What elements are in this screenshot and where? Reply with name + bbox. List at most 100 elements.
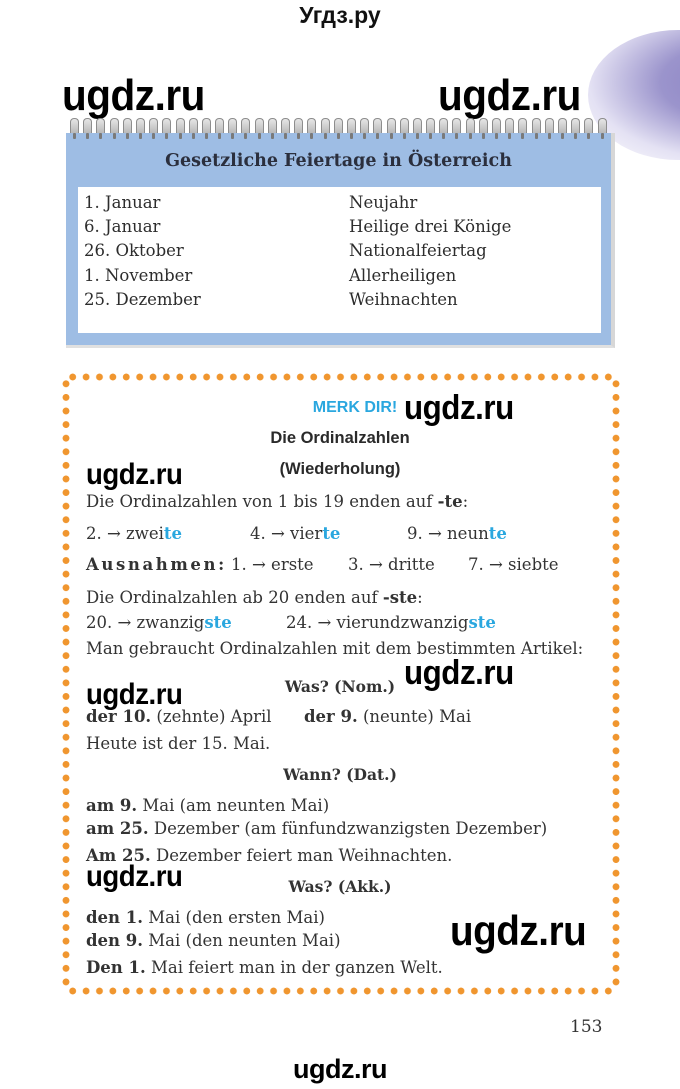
spiral-coil-icon xyxy=(399,118,409,140)
nom-sentence: Heute ist der 15. Mai. xyxy=(86,734,271,753)
spiral-coil-icon xyxy=(346,118,356,140)
exception-item: 3. → dritte xyxy=(348,555,435,574)
ordinal-rest: Mai (am neunten Mai) xyxy=(137,796,330,815)
example-item: 2. → zweite xyxy=(86,524,182,543)
site-title: Угдз.ру xyxy=(299,2,381,28)
rule-colon: : xyxy=(462,492,469,511)
watermark: ugdz.ru xyxy=(86,458,183,491)
holiday-name: Heilige drei Könige xyxy=(349,217,512,236)
nom-heading: Was? (Nom.) xyxy=(284,677,396,696)
holiday-row: 6. Januar Heilige drei Könige xyxy=(84,217,584,241)
ordinal-bold: der 9. xyxy=(304,707,358,726)
spiral-coil-icon xyxy=(439,118,449,140)
spiral-coil-icon xyxy=(465,118,475,140)
example-item: 20. → zwanzigste xyxy=(86,613,232,632)
akk-example: den 1. Mai (den ersten Mai) xyxy=(86,908,325,927)
watermark: ugdz.ru xyxy=(450,907,587,954)
spiral-coil-icon xyxy=(254,118,264,140)
holiday-date: 25. Dezember xyxy=(84,290,201,309)
rule-suffix: -te xyxy=(437,492,463,511)
ordinal-rest: (neunte) Mai xyxy=(357,707,472,726)
rule-text: Die Ordinalzahlen von 1 bis 19 enden auf xyxy=(86,492,438,511)
spiral-coil-icon xyxy=(452,118,462,140)
dotted-border-bottom xyxy=(66,987,616,995)
spiral-coil-icon xyxy=(215,118,225,140)
nom-example: der 9. (neunte) Mai xyxy=(304,707,471,726)
ordinal-bold: der 10. xyxy=(86,707,152,726)
watermark: ugdz.ru xyxy=(62,71,205,120)
example-item: 24. → vierundzwanzigste xyxy=(286,613,496,632)
example-item: 4. → vierte xyxy=(250,524,340,543)
spiral-coil-icon xyxy=(426,118,436,140)
spiral-coil-icon xyxy=(135,118,145,140)
holiday-name: Allerheiligen xyxy=(349,266,457,285)
ordinal-rest: (zehnte) April xyxy=(151,707,272,726)
spiral-coil-icon xyxy=(333,118,343,140)
spiral-coil-icon xyxy=(162,118,172,140)
spiral-coil-icon xyxy=(281,118,290,140)
dat-example: am 9. Mai (am neunten Mai) xyxy=(86,796,329,815)
watermark: ugdz.ru xyxy=(293,1054,387,1084)
ordinal-rest: Dezember feiert man Weihnachten. xyxy=(150,846,453,865)
holiday-date: 6. Januar xyxy=(84,217,161,236)
example-ending: te xyxy=(163,524,183,543)
example-ending: te xyxy=(488,524,507,543)
dat-heading: Wann? (Dat.) xyxy=(283,765,397,784)
watermark: ugdz.ru xyxy=(404,389,514,427)
spiral-coil-icon xyxy=(320,118,330,140)
rule-suffix: -ste xyxy=(382,588,418,607)
holiday-name: Nationalfeiertag xyxy=(349,241,487,260)
ordinal-bold: den 1. xyxy=(86,908,144,927)
ordinal-bold: am 25. xyxy=(86,819,149,838)
spiral-coil-icon xyxy=(228,118,238,140)
page-number: 153 xyxy=(570,1017,603,1037)
holiday-date: 1. November xyxy=(84,266,193,285)
holiday-date: 1. Januar xyxy=(84,193,161,212)
ordinal-bold: den 9. xyxy=(86,931,144,950)
spiral-coil-icon xyxy=(294,118,304,140)
spiral-coil-icon xyxy=(70,118,79,140)
example-ending: ste xyxy=(204,613,232,632)
akk-heading: Was? (Akk.) xyxy=(288,877,392,896)
akk-sentence: Den 1. Mai feiert man in der ganzen Welt… xyxy=(86,958,443,977)
rule-from-20: Die Ordinalzahlen ab 20 enden auf -ste: xyxy=(86,588,423,607)
holiday-name: Weihnachten xyxy=(349,290,458,309)
calendar-title: Gesetzliche Feiertage in Österreich xyxy=(165,151,512,171)
rule-colon: : xyxy=(417,588,423,607)
spiral-coil-icon xyxy=(373,118,383,140)
section-title: Die Ordinalzahlen xyxy=(270,429,410,447)
spiral-coil-icon xyxy=(360,118,370,140)
ordinal-rest: Mai (den ersten Mai) xyxy=(143,908,325,927)
watermark: ugdz.ru xyxy=(438,71,581,120)
holiday-row: 26. Oktober Nationalfeiertag xyxy=(84,241,584,265)
ordinal-bold: Den 1. xyxy=(86,958,146,977)
spiral-coil-icon xyxy=(241,118,251,140)
spiral-coil-icon xyxy=(188,118,198,140)
nom-example: der 10. (zehnte) April xyxy=(86,707,272,726)
spiral-coil-icon xyxy=(83,118,93,140)
rule-1-19: Die Ordinalzahlen von 1 bis 19 enden auf… xyxy=(86,492,468,511)
spiral-coil-icon xyxy=(149,118,159,140)
spiral-coil-icon xyxy=(175,118,185,140)
dotted-border-top xyxy=(66,373,616,381)
holiday-name: Neujahr xyxy=(349,193,418,212)
holiday-date: 26. Oktober xyxy=(84,241,184,260)
spiral-coil-icon xyxy=(571,118,581,140)
spiral-coil-icon xyxy=(492,118,501,140)
spiral-coil-icon xyxy=(201,118,211,140)
rule-text: Die Ordinalzahlen ab 20 enden auf xyxy=(86,588,383,607)
example-ending: te xyxy=(322,524,341,543)
ordinal-rest: Mai feiert man in der ganzen Welt. xyxy=(145,958,443,977)
example-base: 2. → zwei xyxy=(86,524,164,543)
spiral-coil-icon xyxy=(478,118,488,140)
spiral-coil-icon xyxy=(505,118,515,140)
merk-dir-label: MERK DIR! xyxy=(312,399,398,416)
ordinal-rest: Dezember (am fünfundzwanzigsten Dezember… xyxy=(148,819,548,838)
holiday-row: 1. Januar Neujahr xyxy=(84,193,584,217)
spiral-coil-icon xyxy=(386,118,396,140)
spiral-coil-icon xyxy=(412,118,422,140)
example-base: 4. → vier xyxy=(250,524,323,543)
spiral-coil-icon xyxy=(531,118,541,140)
spiral-coil-icon xyxy=(307,118,317,140)
holiday-row: 25. Dezember Weihnachten xyxy=(84,290,584,314)
